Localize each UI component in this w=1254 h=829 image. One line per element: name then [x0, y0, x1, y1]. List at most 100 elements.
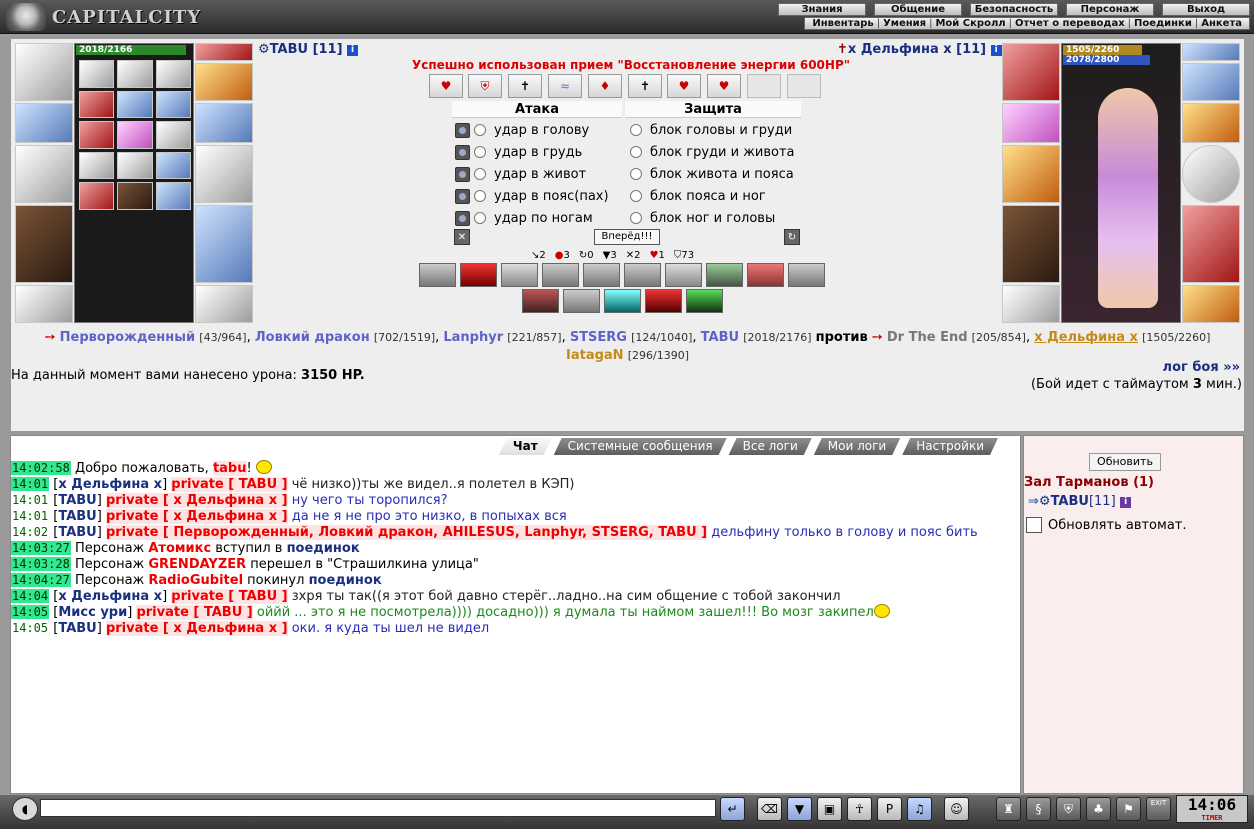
- submenu-scroll[interactable]: Мой Скролл: [932, 18, 1008, 29]
- legs-slot[interactable]: [195, 205, 253, 283]
- attack-radio[interactable]: [474, 146, 486, 158]
- message-private-tag[interactable]: private [ x Дельфина x ]: [105, 621, 288, 636]
- message-nick[interactable]: Мисс ури: [58, 605, 127, 620]
- message-time[interactable]: 14:02:58: [11, 461, 71, 475]
- message-time[interactable]: 14:05: [11, 621, 49, 635]
- defense-option[interactable]: блок пояса и ног: [630, 185, 766, 207]
- ability-icon[interactable]: [522, 289, 559, 313]
- scroll-slot[interactable]: [79, 151, 115, 180]
- participant-name[interactable]: TABU: [701, 330, 739, 345]
- enemy-bracers-slot[interactable]: [1002, 103, 1060, 143]
- defense-radio[interactable]: [630, 168, 642, 180]
- player-portrait[interactable]: 2018/2166: [74, 43, 194, 323]
- submenu-profile[interactable]: Анкета: [1198, 18, 1245, 29]
- attack-option[interactable]: удар в грудь: [455, 141, 582, 163]
- enemy-helmet-slot[interactable]: [1002, 43, 1060, 101]
- message-time[interactable]: 14:03:28: [11, 557, 71, 571]
- tab-all-logs[interactable]: Все логи: [729, 438, 812, 455]
- attack-option[interactable]: удар в пояс(пах): [455, 185, 609, 207]
- bag-icon[interactable]: ♣: [1086, 797, 1111, 821]
- inventory-icon[interactable]: ♜: [996, 797, 1021, 821]
- reset-left-icon[interactable]: ✕: [454, 229, 470, 245]
- submenu-fights[interactable]: Поединки: [1131, 18, 1195, 29]
- chat-input[interactable]: [40, 799, 716, 817]
- attack-radio[interactable]: [474, 190, 486, 202]
- participant-name[interactable]: STSERG: [570, 330, 627, 345]
- defense-radio[interactable]: [630, 146, 642, 158]
- message-character[interactable]: RadioGubitel: [148, 573, 243, 588]
- ability-icon[interactable]: [563, 289, 600, 313]
- heart-scroll-icon[interactable]: ♥: [429, 74, 463, 98]
- scroll-slot[interactable]: [117, 182, 153, 210]
- defense-option[interactable]: блок головы и груди: [630, 119, 792, 141]
- attack-option[interactable]: удар в голову: [455, 119, 589, 141]
- defense-radio[interactable]: [630, 124, 642, 136]
- scroll-slot[interactable]: [155, 151, 191, 180]
- defense-radio[interactable]: [630, 212, 642, 224]
- scroll-slot[interactable]: [155, 60, 191, 88]
- ability-icon[interactable]: [624, 263, 661, 287]
- translit-icon[interactable]: P: [877, 797, 902, 821]
- message-nick[interactable]: TABU: [58, 525, 96, 540]
- message-private-tag[interactable]: private [ x Дельфина x ]: [105, 509, 288, 524]
- ability-icon[interactable]: [419, 263, 456, 287]
- attack-radio[interactable]: [474, 124, 486, 136]
- message-link[interactable]: поединок: [309, 573, 382, 588]
- enemy-weapon-slot[interactable]: [1002, 145, 1060, 203]
- menu-exit[interactable]: Выход: [1162, 3, 1250, 16]
- enemy-name[interactable]: ✝x Дельфина x [11] i: [837, 42, 1002, 57]
- belt-slot[interactable]: [15, 285, 73, 323]
- refresh-button[interactable]: Обновить: [1089, 453, 1161, 471]
- ability-icon[interactable]: [501, 263, 538, 287]
- scroll-slot[interactable]: [155, 90, 191, 119]
- room-user[interactable]: ⇒⚙TABU[11] i: [1028, 494, 1132, 509]
- cross-scroll-icon[interactable]: ✝: [508, 74, 542, 98]
- ability-icon[interactable]: [542, 263, 579, 287]
- scroll-slot[interactable]: [79, 60, 115, 88]
- message-time[interactable]: 14:03:27: [11, 541, 71, 555]
- message-private-tag[interactable]: private [ Перворожденный, Ловкий дракон,…: [105, 525, 708, 540]
- scroll-slot[interactable]: [79, 182, 115, 210]
- ability-icon[interactable]: [706, 263, 743, 287]
- save-icon[interactable]: ▣: [817, 797, 842, 821]
- walker-icon[interactable]: ☥: [847, 797, 872, 821]
- enemy-portrait[interactable]: 1505/2260 2078/2800: [1061, 43, 1181, 323]
- message-time[interactable]: 14:01: [11, 477, 50, 491]
- message-time[interactable]: 14:01: [11, 509, 49, 523]
- tab-my-logs[interactable]: Мои логи: [814, 438, 900, 455]
- enemy-gloves-slot[interactable]: [1182, 103, 1240, 143]
- message-link[interactable]: поединок: [287, 541, 360, 556]
- send-icon[interactable]: ↵: [720, 797, 745, 821]
- empty-scroll-slot[interactable]: [787, 74, 821, 98]
- eraser-icon[interactable]: ⌫: [757, 797, 782, 821]
- auto-refresh-checkbox[interactable]: [1026, 517, 1042, 533]
- battle-log-link[interactable]: лог боя »»: [1163, 360, 1240, 375]
- heart-scroll-icon[interactable]: ♥: [667, 74, 701, 98]
- message-nick[interactable]: x Дельфина x: [58, 589, 162, 604]
- message-nick[interactable]: TABU: [58, 493, 96, 508]
- scroll-slot[interactable]: [155, 121, 191, 149]
- message-character[interactable]: GRENDAYZER: [148, 557, 246, 572]
- ability-icon[interactable]: [583, 263, 620, 287]
- menu-communication[interactable]: Общение: [874, 3, 962, 16]
- mana-scroll-icon[interactable]: ≈: [548, 74, 582, 98]
- shield-icon[interactable]: ⛨: [1056, 797, 1081, 821]
- message-time[interactable]: 14:05: [11, 605, 50, 619]
- ability-icon[interactable]: [788, 263, 825, 287]
- participant-name[interactable]: Ловкий дракон: [255, 330, 370, 345]
- info-icon[interactable]: i: [990, 45, 1002, 56]
- flag-icon[interactable]: ⚑: [1116, 797, 1141, 821]
- cross-scroll-icon[interactable]: ✝: [628, 74, 662, 98]
- message-time[interactable]: 14:04:27: [11, 573, 71, 587]
- heart-scroll-icon[interactable]: ♥: [707, 74, 741, 98]
- message-private-tag[interactable]: private [ TABU ]: [171, 477, 288, 492]
- submenu-transfers[interactable]: Отчет о переводах: [1012, 18, 1128, 29]
- private-arrow-icon[interactable]: ⇒: [1028, 494, 1039, 509]
- helmet-slot[interactable]: [15, 43, 73, 101]
- enemy-belt-slot[interactable]: [1002, 285, 1060, 323]
- scroll-slot[interactable]: [79, 121, 115, 149]
- message-nick[interactable]: x Дельфина x: [58, 477, 162, 492]
- enemy-legs-slot[interactable]: [1182, 205, 1240, 283]
- enemy-shield-slot[interactable]: [1182, 145, 1240, 203]
- message-time[interactable]: 14:02: [11, 525, 49, 539]
